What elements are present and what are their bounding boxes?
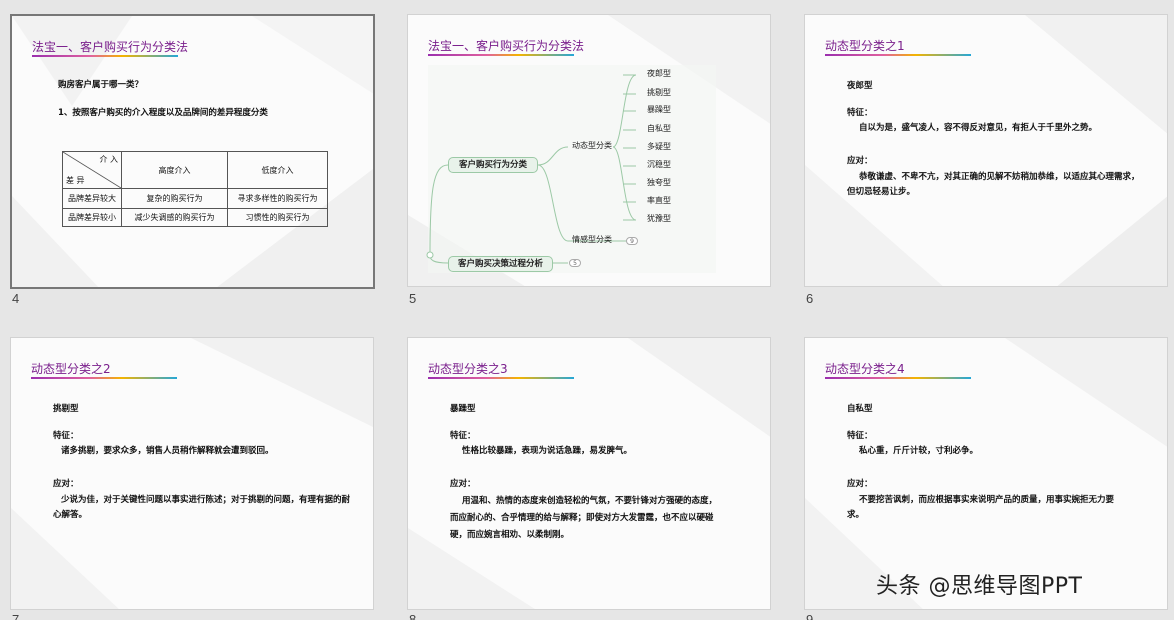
slide-number: 8: [409, 612, 417, 620]
table-cell: 习惯性的购买行为: [227, 208, 328, 227]
corner-label-top: 介 入: [99, 155, 118, 164]
response-label: 应对：: [53, 479, 79, 489]
table-cell: 寻求多样性的购买行为: [227, 188, 328, 209]
slide-thumbnail-7[interactable]: 动态型分类之2 挑剔型 特征： 诸多挑剔，要求众多，销售人员稍作解释就会遭到驳回…: [10, 337, 374, 610]
table-cell: 品牌差异较大: [62, 188, 122, 209]
mindmap-collapse-badge[interactable]: 9: [626, 237, 638, 245]
mindmap-leaf[interactable]: 率直型: [647, 195, 671, 206]
corner-label-bottom: 差 异: [66, 176, 85, 185]
slide-thumbnail-6[interactable]: 动态型分类之1 夜郎型 特征： 自以为是，盛气凌人，容不得反对意见，有拒人于千里…: [804, 14, 1168, 287]
mindmap-leaf[interactable]: 挑剔型: [647, 87, 671, 98]
mindmap-leaf[interactable]: 犹豫型: [647, 213, 671, 224]
response-text: 用温和、热情的态度来创造轻松的气氛，不要针锋对方强硬的态度，而应耐心的、合乎情理…: [450, 496, 718, 540]
slide-thumbnail-8[interactable]: 动态型分类之3 暴躁型 特征： 性格比较暴躁，表现为说话急躁，易发脾气。 应对：…: [407, 337, 771, 610]
watermark-text: 头条 @思维导图PPT: [876, 574, 1083, 599]
mindmap-collapse-badge[interactable]: 5: [569, 259, 581, 267]
mindmap-leaf[interactable]: 暴躁型: [647, 104, 671, 115]
response-text: 少说为佳，对于关键性问题以事实进行陈述；对于挑剔的问题，有理有据的耐心解答。: [53, 495, 351, 520]
mindmap-node-main[interactable]: 客户购买决策过程分析: [448, 256, 553, 272]
feature-label: 特征：: [847, 108, 873, 118]
slide-number: 7: [12, 612, 20, 620]
table-header: 低度介入: [227, 151, 328, 189]
feature-text: 性格比较暴躁，表现为说话急躁，易发脾气。: [462, 446, 633, 456]
table-header: 高度介入: [121, 151, 228, 189]
table-corner-cell: 介 入 差 异: [62, 151, 122, 189]
response-text: 恭敬谦虚、不卑不亢，对其正确的见解不妨稍加恭维，以适应其心理需求，但切忌轻易让步…: [847, 172, 1140, 197]
feature-label: 特征：: [53, 431, 79, 441]
mindmap-leaf[interactable]: 沉稳型: [647, 159, 671, 170]
table-cell: 复杂的购买行为: [121, 188, 228, 209]
feature-text: 私心重，斤斤计较，寸利必争。: [859, 446, 979, 456]
title-underline: [825, 54, 971, 56]
classification-heading: 1、按照客户购买的介入程度以及品牌间的差异程度分类: [58, 108, 268, 118]
response-text: 不要挖苦讽刺，而应根据事实来说明产品的质量，用事实婉拒无力要求。: [847, 495, 1115, 520]
slide-number: 5: [409, 291, 417, 306]
feature-label: 特征：: [450, 431, 476, 441]
type-name: 自私型: [847, 404, 873, 414]
slide-title: 动态型分类之3: [428, 362, 508, 376]
feature-text: 自以为是，盛气凌人，容不得反对意见，有拒人于千里外之势。: [859, 123, 1098, 133]
table-cell: 品牌差异较小: [62, 208, 122, 227]
title-underline: [428, 377, 574, 379]
type-name: 暴躁型: [450, 404, 476, 414]
slide-title: 动态型分类之2: [31, 362, 111, 376]
mindmap-connectors: [426, 65, 716, 273]
slide-thumbnail-5[interactable]: 法宝一、客户购买行为分类法 客户购买行为分类 客户购买决策过程分析 5 动态型分…: [407, 14, 771, 287]
feature-text: 诸多挑剔，要求众多，销售人员稍作解释就会遭到驳回。: [61, 446, 274, 456]
mindmap-node-main[interactable]: 客户购买行为分类: [448, 157, 538, 173]
slide-thumbnail-4[interactable]: 法宝一、客户购买行为分类法 购房客户属于哪一类？ 1、按照客户购买的介入程度以及…: [10, 14, 375, 289]
feature-label: 特征：: [847, 431, 873, 441]
mindmap-leaf[interactable]: 多疑型: [647, 141, 671, 152]
question-text: 购房客户属于哪一类？: [58, 80, 144, 90]
slide-title: 动态型分类之1: [825, 39, 905, 53]
table-row: 品牌差异较小 减少失调感的购买行为 习惯性的购买行为: [62, 208, 328, 227]
mindmap-branch[interactable]: 动态型分类: [572, 140, 612, 151]
classification-table: 介 入 差 异 高度介入 低度介入 品牌差异较大 复杂的购买行为 寻求多样性的购…: [62, 151, 328, 227]
mindmap-leaf[interactable]: 独夸型: [647, 177, 671, 188]
slide-title: 法宝一、客户购买行为分类法: [32, 40, 189, 54]
response-label: 应对：: [847, 479, 873, 489]
response-label: 应对：: [450, 479, 476, 489]
slide-title: 动态型分类之4: [825, 362, 905, 376]
slide-number: 6: [806, 291, 814, 306]
title-underline: [31, 377, 177, 379]
table-cell: 减少失调感的购买行为: [121, 208, 228, 227]
type-name: 夜郎型: [847, 81, 873, 91]
title-underline: [32, 55, 178, 57]
title-underline: [825, 377, 971, 379]
slide-number: 4: [12, 291, 20, 306]
type-name: 挑剔型: [53, 404, 79, 414]
mindmap-leaf[interactable]: 自私型: [647, 123, 671, 134]
response-label: 应对：: [847, 156, 873, 166]
table-row: 品牌差异较大 复杂的购买行为 寻求多样性的购买行为: [62, 188, 328, 209]
slide-number: 9: [806, 612, 814, 620]
mindmap-leaf[interactable]: 夜郎型: [647, 68, 671, 79]
mindmap-branch[interactable]: 情感型分类: [572, 234, 612, 245]
